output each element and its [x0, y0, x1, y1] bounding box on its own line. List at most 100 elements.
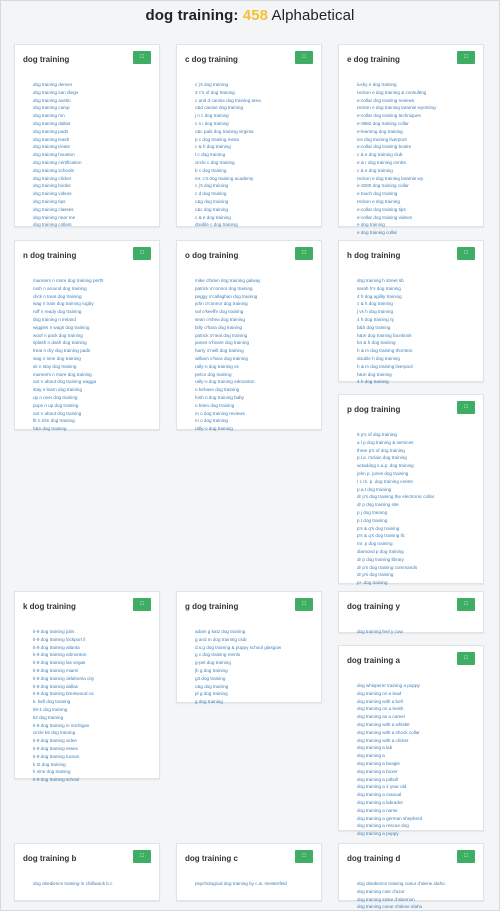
keyword-link[interactable]: p.l.a. mclain dog training — [357, 454, 475, 462]
keyword-link[interactable]: dog training h street sb — [357, 277, 475, 285]
keyword-link[interactable]: g dog training — [195, 698, 313, 706]
keyword-link[interactable]: treat n dry dog training pads — [33, 347, 151, 355]
keyword-link[interactable]: p+ dog training — [357, 579, 475, 587]
keyword-link[interactable]: rally-o dog training edmonton — [195, 378, 313, 386]
keyword-link[interactable]: dog training on a leash — [357, 705, 475, 713]
keyword-link[interactable]: reckon e dog training laramie wy — [357, 175, 475, 183]
keyword-link[interactable]: dog training austin — [33, 97, 151, 105]
keyword-link[interactable]: dog training a puppy — [357, 830, 475, 838]
keyword-link[interactable]: p t dog training — [357, 517, 475, 525]
keyword-link[interactable]: c & h dog training — [357, 300, 475, 308]
keyword-link[interactable]: up n over dog training — [33, 394, 151, 402]
keyword-link[interactable]: o brien dog training — [195, 402, 313, 410]
keyword-link[interactable]: sarah h's dog training — [357, 285, 475, 293]
keyword-link[interactable]: john p. jones dog training — [357, 470, 475, 478]
keyword-link[interactable]: k-9 dog training in michigan — [33, 722, 151, 730]
keyword-link[interactable]: p.a.t dog training — [357, 486, 475, 494]
keyword-link[interactable]: reckon e dog training — [357, 198, 475, 206]
keyword-link[interactable]: peggy o'callaghan dog training — [195, 293, 313, 301]
keyword-link[interactable]: sean o'shea dog training — [195, 316, 313, 324]
keyword-link[interactable]: james o'heare dog training — [195, 339, 313, 347]
keyword-link[interactable]: mr. p dog training — [357, 540, 475, 548]
keyword-link[interactable]: k nine dog training — [33, 768, 151, 776]
keyword-link[interactable]: e touch dog training — [357, 190, 475, 198]
keyword-link[interactable]: dog training a 2 year old — [357, 783, 475, 791]
keyword-link[interactable]: 4 h dog training — [357, 378, 475, 386]
keyword-link[interactable]: fit n trim dog training — [33, 417, 151, 425]
keyword-link[interactable]: k-9 dog training dallas — [33, 683, 151, 691]
keyword-link[interactable]: k-9 dog training miami — [33, 667, 151, 675]
keyword-link[interactable]: c&g dog training — [195, 683, 313, 691]
keyword-link[interactable]: dog training tips — [33, 198, 151, 206]
keyword-link[interactable]: fosh o dog training baby — [195, 394, 313, 402]
keyword-link[interactable]: a l p dog training & services — [357, 439, 475, 447]
keyword-link[interactable]: three p's of dog training — [357, 447, 475, 455]
keyword-link[interactable]: o behave dog training — [195, 386, 313, 394]
copy-button[interactable]: □ — [457, 247, 475, 260]
keyword-link[interactable]: sit n stay dog training — [33, 363, 151, 371]
keyword-link[interactable]: dr p dog training library — [357, 556, 475, 564]
keyword-link[interactable]: john o'connor dog training — [195, 300, 313, 308]
keyword-link[interactable]: billy o'hara dog training — [195, 324, 313, 332]
keyword-link[interactable]: dog training a boxer — [357, 768, 475, 776]
keyword-link[interactable]: k2 dog training — [33, 714, 151, 722]
keyword-link[interactable]: e-collar dog training reviews — [357, 97, 475, 105]
keyword-link[interactable]: wiggles n wags dog training — [33, 324, 151, 332]
keyword-link[interactable]: g-pet dog training — [195, 659, 313, 667]
keyword-link[interactable]: patrick o'neal dog training — [195, 332, 313, 340]
keyword-link[interactable]: 4 h dog training nj — [357, 316, 475, 324]
keyword-link[interactable]: dog training books — [33, 182, 151, 190]
keyword-link[interactable]: dog training near me — [33, 214, 151, 222]
keyword-link[interactable]: t c dog training — [195, 151, 313, 159]
copy-button[interactable]: □ — [295, 850, 313, 863]
keyword-link[interactable]: double c dog training — [195, 221, 313, 229]
keyword-link[interactable]: circle k9 dog training — [33, 729, 151, 737]
keyword-link[interactable]: val o'keeffe dog training — [195, 308, 313, 316]
copy-button[interactable]: □ — [295, 51, 313, 64]
keyword-link[interactable]: dog training on a lead — [357, 690, 475, 698]
keyword-link[interactable]: 4 h dog agility training — [357, 293, 475, 301]
keyword-link[interactable]: double h dog training — [357, 355, 475, 363]
keyword-link[interactable]: e dog training — [357, 221, 475, 229]
keyword-link[interactable]: out n about dog training wagga — [33, 378, 151, 386]
keyword-link[interactable]: d.s.g dog training & puppy school glasgo… — [195, 644, 313, 652]
keyword-link[interactable]: dog training leash — [33, 136, 151, 144]
keyword-link[interactable]: rally-o dog training — [195, 425, 313, 433]
keyword-link[interactable]: dr p's dog training — [357, 571, 475, 579]
keyword-link[interactable]: dog training with a whistle — [357, 721, 475, 729]
copy-button[interactable]: □ — [457, 401, 475, 414]
keyword-link[interactable]: dog obedience training coeur d'alene ida… — [357, 880, 475, 888]
keyword-link[interactable]: dog training a lab — [357, 744, 475, 752]
keyword-link[interactable]: mr. c's dog training academy — [195, 175, 313, 183]
keyword-link[interactable]: dog training feel y cow — [357, 628, 475, 636]
keyword-link[interactable]: jd g dog training — [195, 690, 313, 698]
keyword-link[interactable]: c&c pals dog training virginia — [195, 128, 313, 136]
keyword-link[interactable]: dog training a name — [357, 807, 475, 815]
keyword-link[interactable]: dog training cote d'azur — [357, 888, 475, 896]
keyword-link[interactable]: r c m. p. dog training centre — [357, 478, 475, 486]
keyword-link[interactable]: dog training mn — [33, 112, 151, 120]
keyword-link[interactable]: jh g dog training — [195, 667, 313, 675]
keyword-link[interactable]: k-9 dog training video — [33, 737, 151, 745]
keyword-link[interactable]: k-9 dog training lockport il — [33, 636, 151, 644]
keyword-link[interactable]: click n treat dog training — [33, 293, 151, 301]
keyword-link[interactable]: dog obedience training in chilliwack b.c — [33, 880, 151, 888]
keyword-link[interactable]: c & e dog training — [357, 167, 475, 175]
keyword-link[interactable]: splash n dash dog training — [33, 339, 151, 347]
keyword-link[interactable]: b4 & h dog training — [357, 339, 475, 347]
keyword-link[interactable]: e-collar dog training books — [357, 143, 475, 151]
copy-button[interactable]: □ — [457, 598, 475, 611]
keyword-link[interactable]: k-9 dog training atlanta — [33, 644, 151, 652]
keyword-link[interactable]: wag n tone dog training — [33, 355, 151, 363]
keyword-link[interactable]: e-collar dog training videos — [357, 214, 475, 222]
keyword-link[interactable]: c j's dog training — [195, 182, 313, 190]
keyword-link[interactable]: dog training treats — [33, 143, 151, 151]
keyword-link[interactable]: k-9 dog training school — [33, 776, 151, 784]
keyword-link[interactable]: dog training clicker — [33, 175, 151, 183]
copy-button[interactable]: □ — [133, 247, 151, 260]
keyword-link[interactable]: k t2 dog training — [33, 761, 151, 769]
copy-button[interactable]: □ — [295, 247, 313, 260]
keyword-link[interactable]: dog whisperer training a puppy — [357, 682, 475, 690]
keyword-link[interactable]: dog training a rescue dog — [357, 822, 475, 830]
keyword-link[interactable]: circle c dog training — [195, 159, 313, 167]
